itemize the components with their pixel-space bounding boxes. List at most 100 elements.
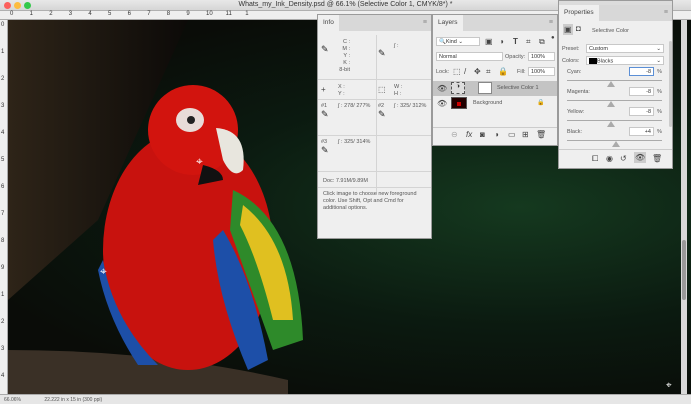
- document-info: 22.222 in x 15 in (300 ppi): [44, 397, 103, 403]
- new-adjustment-icon[interactable]: ◑: [494, 130, 499, 139]
- filter-toggle-icon[interactable]: ●: [551, 35, 555, 41]
- lock-all-icon[interactable]: 🔒: [498, 67, 508, 76]
- ruler-tick-label: 8: [1, 238, 5, 244]
- filter-smart-object-icon[interactable]: ⧉: [539, 37, 545, 47]
- y-label: Y :: [338, 91, 345, 97]
- lock-position-icon[interactable]: ✥: [474, 67, 481, 76]
- layer-mask-thumbnail: [478, 82, 492, 94]
- colors-select[interactable]: Blacks ⌄: [586, 56, 664, 65]
- ruler-tick-label: 9: [186, 11, 190, 17]
- color-sampler-2-icon[interactable]: ⌖: [100, 264, 107, 279]
- ruler-vertical[interactable]: 0 1 2 3 4 5 6 7 8 9 1 2 3 4: [0, 20, 8, 394]
- slider-thumb[interactable]: [612, 141, 621, 147]
- lock-transparent-icon[interactable]: ⬚: [453, 67, 461, 76]
- filter-pixel-icon[interactable]: ▣: [485, 37, 493, 46]
- adjustment-thumbnail-icon: ◑: [451, 82, 465, 94]
- crosshair-icon: +: [321, 85, 326, 94]
- slider-label: Yellow:: [567, 109, 585, 115]
- slider-thumb[interactable]: [606, 121, 615, 127]
- delete-layer-icon[interactable]: 🗑: [536, 130, 546, 139]
- slider-value: -8: [646, 69, 651, 75]
- new-layer-icon[interactable]: ⊞: [522, 130, 529, 139]
- percent-label: %: [657, 109, 662, 115]
- slider-value-field[interactable]: -8: [629, 107, 654, 116]
- slider-value: -8: [646, 89, 651, 95]
- eyedropper-icon: ✎: [321, 145, 329, 155]
- ruler-tick-label: 5: [108, 11, 112, 17]
- visibility-eye-icon[interactable]: 👁: [437, 99, 447, 108]
- vertical-scrollbar[interactable]: [681, 20, 687, 394]
- view-previous-icon[interactable]: ◉: [606, 154, 613, 163]
- yellow-label: Y :: [343, 53, 350, 59]
- sampler-1-value: ∫ : 278/ 277%: [338, 103, 371, 109]
- colors-value: Blacks: [597, 58, 614, 65]
- clip-to-layer-icon[interactable]: ⧠: [592, 154, 598, 164]
- lock-label: Lock:: [436, 69, 450, 75]
- lock-pixels-icon[interactable]: /: [464, 67, 466, 76]
- ruler-tick-label: 7: [147, 11, 151, 17]
- tab-info[interactable]: Info: [318, 15, 339, 31]
- slider-label: Cyan:: [567, 69, 582, 75]
- magenta-label: M :: [342, 46, 350, 52]
- panel-menu-icon[interactable]: ≡: [549, 19, 553, 26]
- slider-value-field[interactable]: -8: [629, 87, 654, 96]
- new-group-icon[interactable]: ▭: [508, 130, 516, 139]
- filter-value: Kind: [445, 39, 457, 45]
- tab-properties[interactable]: Properties: [559, 5, 599, 21]
- fill-field[interactable]: 100%: [528, 67, 555, 76]
- slider-value-field[interactable]: +4: [629, 127, 654, 136]
- tab-layers[interactable]: Layers: [433, 15, 463, 31]
- black-label: K :: [343, 60, 350, 66]
- reset-icon[interactable]: ↺: [620, 154, 627, 163]
- blend-mode-value: Normal: [439, 54, 457, 60]
- bit-depth: 8-bit: [339, 67, 350, 73]
- sampler-3-value: ∫ : 325/ 314%: [338, 139, 371, 145]
- link-layers-icon[interactable]: ⊖: [451, 130, 458, 139]
- fx-icon[interactable]: fx: [466, 130, 472, 139]
- ruler-tick-label: 2: [49, 11, 53, 17]
- properties-panel: Properties ≡ ▣ ◘ Selective Color Preset: …: [558, 0, 673, 169]
- filter-adjustment-icon[interactable]: ◑: [499, 37, 504, 46]
- panel-menu-icon[interactable]: ≡: [423, 19, 427, 26]
- ruler-tick-label: 4: [88, 11, 92, 17]
- ruler-tick-label: 1: [245, 11, 249, 17]
- lock-artboard-icon[interactable]: ⌗: [486, 67, 491, 77]
- slider-value-field[interactable]: -8: [629, 67, 654, 76]
- ruler-tick-label: 0: [1, 22, 5, 28]
- filter-type-icon[interactable]: T: [513, 37, 518, 46]
- filter-shape-icon[interactable]: ⌗: [526, 37, 531, 47]
- info-panel: Info ≡ ✎ C : M : Y : K : 8-bit ✎ ∫ : + X …: [317, 14, 432, 239]
- ruler-tick-label: 3: [68, 11, 73, 17]
- zoom-level[interactable]: 66.06%: [4, 397, 21, 403]
- slider-label: Black:: [567, 129, 582, 135]
- add-mask-icon[interactable]: ◙: [480, 130, 485, 139]
- doc-size: Doc: 7.91M/9.89M: [323, 178, 368, 184]
- toggle-visibility-icon[interactable]: 👁: [634, 152, 647, 163]
- selection-size-icon: ⬚: [378, 85, 386, 94]
- blend-mode-select[interactable]: Normal: [436, 52, 503, 61]
- colors-label: Colors:: [562, 58, 580, 64]
- panel-menu-icon[interactable]: ≡: [664, 9, 668, 16]
- ruler-tick-label: 3: [1, 103, 5, 109]
- scrollbar[interactable]: [669, 41, 672, 127]
- layer-filter-select[interactable]: 🔍Kind ⌄: [436, 37, 480, 46]
- visibility-eye-icon[interactable]: 👁: [437, 84, 447, 93]
- opacity-value: 100%: [531, 54, 546, 60]
- layer-row[interactable]: 👁 Background 🔒: [433, 96, 557, 111]
- adjustment-icon[interactable]: ▣: [563, 24, 573, 35]
- opacity-field[interactable]: 100%: [528, 52, 555, 61]
- mask-icon[interactable]: ◘: [576, 24, 581, 33]
- ruler-tick-label: 7: [1, 211, 5, 217]
- color-sampler-1-icon[interactable]: ⌖: [196, 154, 203, 169]
- preset-select[interactable]: Custom ⌄: [586, 44, 664, 53]
- ruler-tick-label: 4: [1, 130, 5, 136]
- delete-adjustment-icon[interactable]: 🗑: [652, 154, 662, 163]
- slider-thumb[interactable]: [606, 81, 615, 87]
- color-sampler-icon: ⌖: [666, 380, 672, 391]
- status-bar: 66.06% 22.222 in x 15 in (300 ppi): [0, 394, 691, 404]
- preset-value: Custom: [589, 46, 608, 52]
- eyedropper-icon: ✎: [378, 109, 386, 119]
- layer-name: Background: [473, 100, 503, 106]
- layer-row[interactable]: 👁 ◑ Selective Color 1: [433, 81, 557, 96]
- slider-thumb[interactable]: [606, 101, 615, 107]
